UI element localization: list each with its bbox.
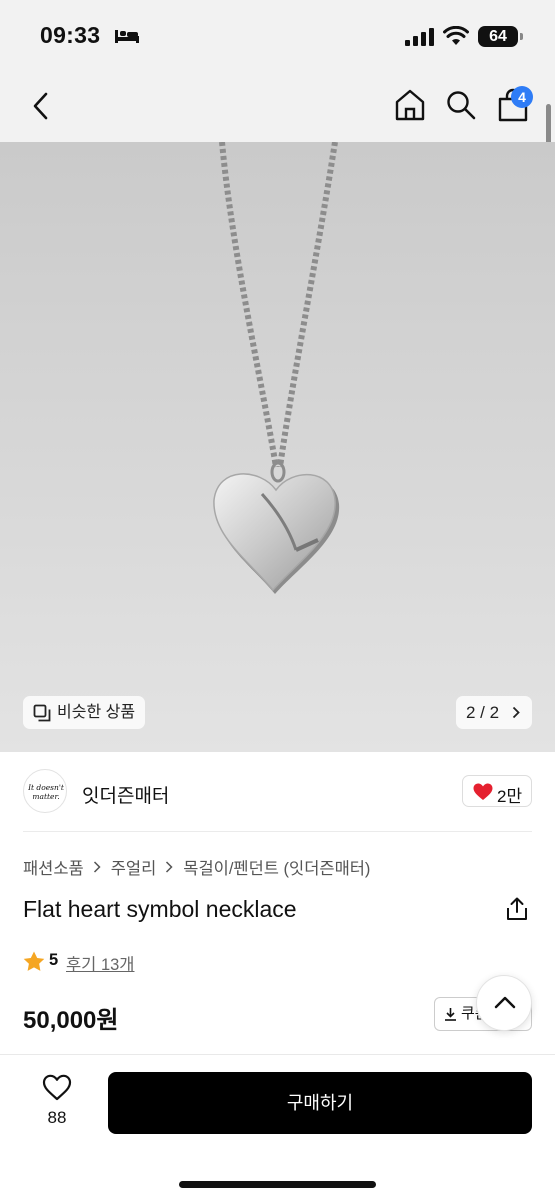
scroll-to-top-button[interactable] bbox=[476, 975, 532, 1031]
brand-name[interactable]: 잇더즌매터 bbox=[82, 781, 169, 808]
home-icon[interactable] bbox=[394, 88, 426, 122]
back-icon[interactable] bbox=[28, 88, 56, 124]
product-price: 50,000원 bbox=[23, 1007, 119, 1034]
download-icon bbox=[445, 1008, 456, 1021]
product-image[interactable] bbox=[0, 142, 555, 752]
breadcrumb-item[interactable]: 주얼리 bbox=[111, 855, 157, 879]
home-indicator bbox=[179, 1181, 376, 1188]
similar-products-label: 비슷한 상품 bbox=[57, 704, 136, 721]
review-link[interactable]: 후기 13개 bbox=[66, 951, 134, 975]
status-bar: 09:33 64 bbox=[0, 0, 555, 70]
svg-text:matter.: matter. bbox=[32, 792, 59, 801]
share-icon[interactable] bbox=[506, 897, 528, 921]
similar-icon bbox=[33, 704, 51, 722]
signal-icon bbox=[405, 28, 434, 46]
search-icon[interactable] bbox=[445, 88, 477, 122]
rating-value: 5 bbox=[49, 951, 59, 969]
brand-logo-image: It doesn't matter. bbox=[27, 783, 65, 801]
cart-badge: 4 bbox=[511, 86, 533, 108]
chevron-right-icon bbox=[512, 706, 520, 719]
similar-products-button[interactable]: 비슷한 상품 bbox=[23, 696, 146, 729]
heart-outline-icon[interactable] bbox=[42, 1074, 72, 1101]
status-time: 09:33 bbox=[40, 22, 101, 48]
necklace-image bbox=[213, 142, 340, 594]
brand-like-button[interactable]: 2만 bbox=[462, 775, 532, 807]
divider bbox=[23, 831, 532, 832]
chevron-right-icon bbox=[93, 861, 101, 873]
nav-bar bbox=[0, 70, 555, 142]
image-page-indicator[interactable]: 2 / 2 bbox=[456, 696, 532, 729]
star-icon bbox=[23, 951, 45, 971]
breadcrumb-item[interactable]: 목걸이/펜던트 (잇더즌매터) bbox=[183, 855, 370, 879]
brand-like-count: 2만 bbox=[497, 787, 523, 806]
chevron-up-icon bbox=[494, 996, 516, 1009]
wifi-icon bbox=[443, 26, 469, 45]
breadcrumb: 패션소품 주얼리 목걸이/펜던트 (잇더즌매터) bbox=[23, 856, 370, 878]
battery-indicator: 64 bbox=[478, 26, 523, 47]
buy-button[interactable]: 구매하기 bbox=[108, 1072, 532, 1134]
product-title: Flat heart symbol necklace bbox=[23, 896, 297, 922]
svg-text:It doesn't: It doesn't bbox=[27, 783, 65, 792]
chevron-right-icon bbox=[166, 861, 173, 873]
breadcrumb-item[interactable]: 패션소품 bbox=[23, 855, 84, 879]
brand-logo[interactable]: It doesn't matter. bbox=[23, 769, 67, 813]
page-indicator-text: 2 / 2 bbox=[466, 703, 500, 722]
wish-count: 88 bbox=[47, 1108, 67, 1127]
sleep-icon bbox=[115, 30, 139, 43]
heart-icon bbox=[473, 783, 493, 800]
